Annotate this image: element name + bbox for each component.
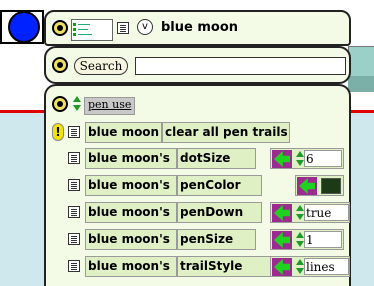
property-owner-tile[interactable]: blue moon's <box>85 148 177 169</box>
object-thumbnail-icon[interactable] <box>71 19 113 41</box>
search-button[interactable]: Search <box>74 57 128 75</box>
tile-icon[interactable] <box>68 126 80 138</box>
value-up-down-arrows-icon[interactable] <box>295 205 304 221</box>
value-up-down-arrows-icon[interactable] <box>295 259 304 275</box>
clear-pen-trails-tile[interactable]: clear all pen trails <box>162 122 290 143</box>
property-name-tile[interactable]: dotSize <box>177 148 256 169</box>
category-menu-orb-icon[interactable] <box>52 96 68 112</box>
pencolor-value-tile <box>295 175 344 196</box>
command-object-tile[interactable]: blue moon <box>85 122 162 143</box>
tile-icon[interactable] <box>68 260 80 272</box>
property-row-pencolor: blue moon's penColor <box>52 175 352 197</box>
dotsize-value-tile: 6 <box>270 148 344 169</box>
search-input[interactable] <box>135 57 346 75</box>
exclamation-icon[interactable]: ! <box>52 123 64 141</box>
property-name-tile[interactable]: penDown <box>177 202 262 223</box>
property-owner-tile[interactable]: blue moon's <box>85 229 177 250</box>
world-side-object-lower <box>348 76 374 92</box>
pendown-value[interactable]: true <box>306 206 331 220</box>
search-bar: Search <box>44 46 351 84</box>
pendown-value-tile: true <box>270 202 350 223</box>
world-side-object <box>348 46 374 78</box>
category-name[interactable]: pen use <box>84 97 136 115</box>
blue-moon-object[interactable] <box>8 11 40 43</box>
viewer-menu-orb-icon[interactable] <box>52 20 68 36</box>
value-up-down-arrows-icon[interactable] <box>295 151 304 167</box>
pen-color-swatch[interactable] <box>321 178 341 194</box>
pensize-value-tile: 1 <box>270 229 344 250</box>
tile-icon[interactable] <box>68 179 80 191</box>
property-row-trailstyle: blue moon's trailStyle lines <box>52 256 352 278</box>
property-owner-tile[interactable]: blue moon's <box>85 175 177 196</box>
object-menu-chevron-icon[interactable]: v <box>137 19 153 35</box>
property-name-tile[interactable]: penColor <box>177 175 262 196</box>
dotsize-value[interactable]: 6 <box>306 152 314 166</box>
search-menu-orb-icon[interactable] <box>52 57 68 73</box>
trailstyle-value[interactable]: lines <box>306 260 335 274</box>
category-up-down-arrows-icon[interactable] <box>72 96 81 112</box>
property-row-pendown: blue moon's penDown true <box>52 202 352 224</box>
viewer-title-bar: v blue moon <box>44 10 351 46</box>
property-owner-tile[interactable]: blue moon's <box>85 202 177 223</box>
category-pane: pen use ! blue moon clear all pen trails… <box>44 84 351 286</box>
tile-icon[interactable] <box>68 206 80 218</box>
property-owner-tile[interactable]: blue moon's <box>85 256 177 277</box>
tile-icon[interactable] <box>68 233 80 245</box>
command-row: ! blue moon clear all pen trails <box>52 122 352 144</box>
tile-icon[interactable] <box>117 22 129 34</box>
pensize-value[interactable]: 1 <box>306 233 314 247</box>
property-row-pensize: blue moon's penSize 1 <box>52 229 352 251</box>
object-name-title[interactable]: blue moon <box>161 20 238 35</box>
property-row-dotsize: blue moon's dotSize 6 <box>52 148 352 170</box>
property-name-tile[interactable]: penSize <box>177 229 256 250</box>
property-name-tile[interactable]: trailStyle <box>177 256 271 277</box>
value-up-down-arrows-icon[interactable] <box>295 232 304 248</box>
tile-icon[interactable] <box>68 152 80 164</box>
trailstyle-value-tile: lines <box>270 256 350 277</box>
